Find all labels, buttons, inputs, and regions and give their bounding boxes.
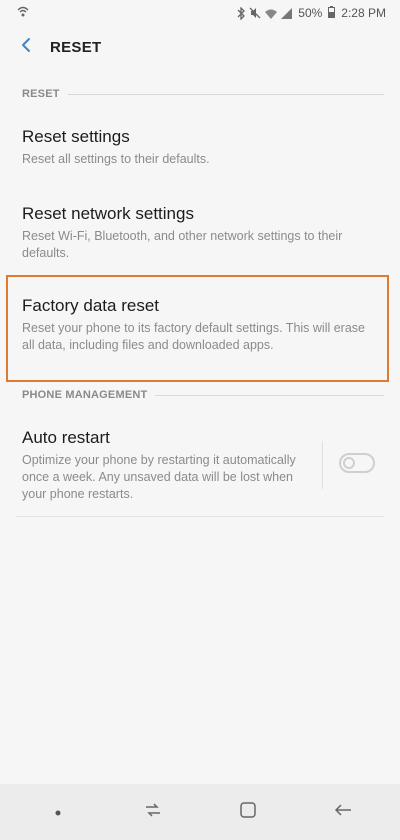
list-divider bbox=[16, 516, 384, 517]
reset-network-settings-item[interactable]: Reset network settings Reset Wi-Fi, Blue… bbox=[22, 203, 378, 262]
auto-restart-text: Auto restart Optimize your phone by rest… bbox=[22, 427, 302, 503]
section-header-reset: RESET bbox=[22, 88, 384, 100]
toggle-knob bbox=[343, 457, 355, 469]
vertical-divider bbox=[322, 441, 323, 489]
home-icon bbox=[239, 801, 257, 824]
status-right: 50% 2:28 PM bbox=[237, 5, 386, 21]
clock: 2:28 PM bbox=[341, 6, 386, 20]
section-header-label: RESET bbox=[22, 88, 60, 100]
mute-icon bbox=[249, 7, 261, 19]
cell-signal-icon bbox=[281, 7, 293, 19]
item-description: Reset your phone to its factory default … bbox=[22, 321, 365, 352]
battery-icon bbox=[328, 5, 336, 21]
item-title: Factory data reset bbox=[22, 296, 160, 315]
item-title: Reset settings bbox=[22, 127, 130, 146]
recents-button[interactable] bbox=[131, 790, 175, 834]
back-button[interactable] bbox=[4, 26, 48, 68]
section-header-phone-management: PHONE MANAGEMENT bbox=[22, 389, 384, 401]
home-button[interactable] bbox=[226, 790, 270, 834]
battery-percent: 50% bbox=[298, 6, 323, 20]
item-description: Reset Wi-Fi, Bluetooth, and other networ… bbox=[22, 229, 343, 260]
nav-dot-button[interactable] bbox=[36, 790, 80, 834]
item-description: Reset all settings to their defaults. bbox=[22, 152, 210, 166]
hotspot-icon bbox=[16, 6, 30, 21]
app-bar: RESET bbox=[0, 26, 400, 68]
page-title: RESET bbox=[50, 38, 102, 56]
navigation-bar bbox=[0, 784, 400, 840]
status-bar: 50% 2:28 PM bbox=[0, 0, 400, 26]
section-divider bbox=[155, 394, 384, 396]
status-icons bbox=[237, 6, 293, 20]
section-divider bbox=[67, 93, 384, 95]
recents-icon bbox=[143, 802, 163, 823]
item-description: Optimize your phone by restarting it aut… bbox=[22, 453, 296, 501]
chevron-left-icon bbox=[20, 37, 32, 58]
back-arrow-icon bbox=[333, 802, 353, 823]
item-title: Reset network settings bbox=[22, 204, 194, 223]
item-title: Auto restart bbox=[22, 428, 110, 447]
auto-restart-item[interactable]: Auto restart Optimize your phone by rest… bbox=[22, 427, 384, 503]
bluetooth-icon bbox=[237, 6, 246, 20]
auto-restart-toggle[interactable] bbox=[339, 453, 375, 473]
reset-settings-item[interactable]: Reset settings Reset all settings to the… bbox=[22, 126, 378, 168]
nav-back-button[interactable] bbox=[321, 790, 365, 834]
dot-icon bbox=[55, 803, 61, 821]
factory-data-reset-item[interactable]: Factory data reset Reset your phone to i… bbox=[22, 295, 378, 354]
section-header-label: PHONE MANAGEMENT bbox=[22, 389, 148, 401]
wifi-icon bbox=[264, 8, 278, 19]
auto-restart-row: Auto restart Optimize your phone by rest… bbox=[22, 427, 384, 503]
